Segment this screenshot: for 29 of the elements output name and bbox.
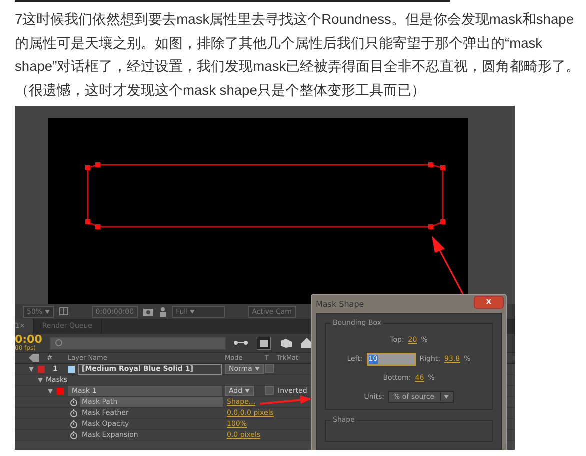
caret-icon	[254, 366, 260, 371]
caret-icon	[44, 310, 50, 314]
caret-icon	[244, 388, 250, 393]
current-time[interactable]: 0:00	[15, 334, 43, 345]
search-field[interactable]	[50, 336, 226, 350]
close-button[interactable]: x	[474, 296, 504, 308]
expand-caret-icon[interactable]	[29, 366, 34, 372]
stopwatch-icon[interactable]	[70, 408, 78, 418]
arrow	[432, 236, 464, 294]
stopwatch-icon[interactable]	[70, 430, 78, 440]
expand-caret-icon[interactable]	[38, 378, 43, 382]
grid-icon[interactable]	[58, 307, 69, 316]
stopwatch-icon[interactable]	[70, 398, 78, 406]
arrow	[260, 396, 312, 405]
search-icon	[55, 338, 64, 348]
solid-icon	[68, 366, 75, 372]
cube-icon[interactable]	[279, 338, 293, 348]
caret-icon	[444, 395, 449, 400]
caret-icon	[190, 310, 196, 314]
label-color-swatch[interactable]	[38, 366, 45, 372]
stopwatch-icon[interactable]	[70, 420, 78, 428]
mask-color-swatch[interactable]	[57, 388, 64, 394]
camera-icon[interactable]	[143, 307, 154, 316]
expand-caret-icon[interactable]	[48, 388, 53, 394]
dialog-title: Mask Shape	[316, 300, 364, 308]
label-icon[interactable]	[29, 354, 39, 362]
person-icon[interactable]	[159, 306, 168, 316]
post-paragraph: 7这时候我们依然想到要去mask属性里去寻找这个Roundness。但是你会发现mask和shape的属性可是天壤之别。如图，排除了其他几个属性后我们只能寄望于那个弹出的“mask shape”对话框了，经过设置，我们发现mask已经被弄得面目全非不忍直视，圆角都畸形了。	[15, 11, 582, 76]
post-paragraph: （很遗憾，这时才发现这个mask shape只是个整体变形工具而已）	[15, 82, 426, 100]
